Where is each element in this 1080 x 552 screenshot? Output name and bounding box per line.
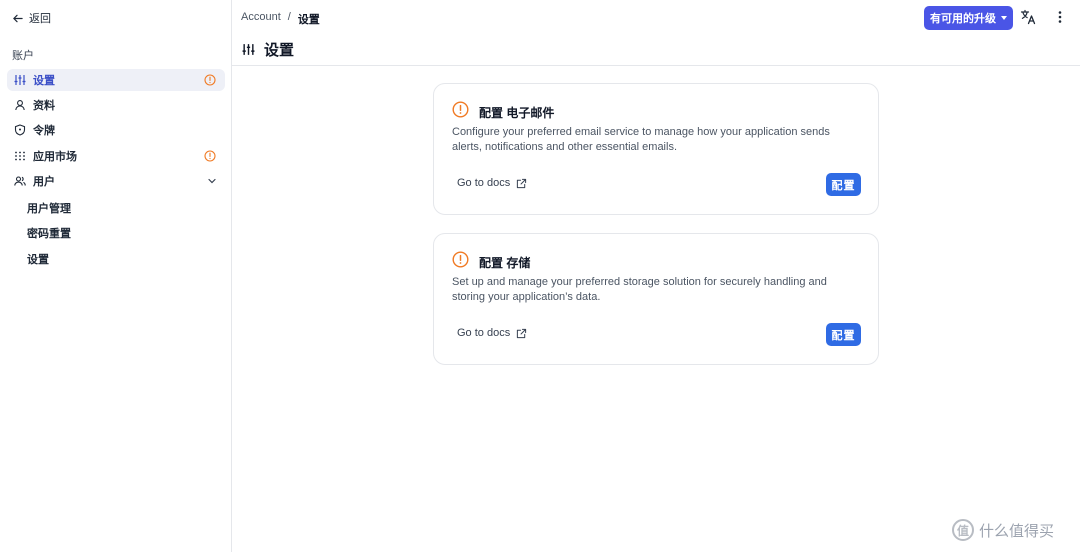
page-title: 设置 <box>242 39 294 60</box>
breadcrumb-current: 设置 <box>297 14 320 26</box>
section-label: 账户 <box>12 50 34 62</box>
page-title-text: 设置 <box>264 42 295 59</box>
more-vertical-icon[interactable] <box>1054 9 1066 25</box>
caret-down-icon <box>1001 16 1007 20</box>
sidebar-item-settings[interactable]: 设置 <box>7 69 225 91</box>
email-config-card: 配置 电子邮件 Configure your preferred email s… <box>433 83 879 215</box>
sidebar-item-tokens[interactable]: 令牌 <box>7 119 225 141</box>
chevron-down-icon <box>208 178 216 184</box>
sidebar-item-label: 用户 <box>33 176 55 188</box>
go-to-docs-link[interactable]: Go to docs <box>457 177 527 189</box>
users-icon <box>14 175 26 187</box>
go-to-docs-link[interactable]: Go to docs <box>457 327 527 339</box>
breadcrumb-separator: / <box>287 11 291 23</box>
sidebar-item-label: 资料 <box>33 100 55 112</box>
sidebar-item-profile[interactable]: 资料 <box>7 94 225 116</box>
topbar: Account / 设置 设置 有可用的升级 <box>232 0 1080 66</box>
warning-icon <box>452 251 469 268</box>
user-icon <box>14 99 26 111</box>
translate-icon[interactable] <box>1020 9 1036 25</box>
sidebar-item-marketplace[interactable]: 应用市场 <box>7 145 225 167</box>
grid-icon <box>14 150 26 162</box>
sliders-icon <box>14 74 26 86</box>
watermark-text: 什么值得买 <box>979 522 1055 540</box>
warning-icon <box>204 150 216 162</box>
external-link-icon <box>517 328 527 338</box>
sidebar-item-label: 令牌 <box>33 125 55 137</box>
configure-email-button[interactable]: 配置 <box>826 173 861 196</box>
card-title: 配置 存储 <box>479 256 531 270</box>
docs-label: Go to docs <box>457 177 511 189</box>
breadcrumb-account[interactable]: Account <box>241 11 281 27</box>
sidebar: 返回 账户 设置 资料 令牌 应用市场 用户 用户管理 密码重置 设置 <box>0 0 232 552</box>
storage-config-card: 配置 存储 Set up and manage your preferred s… <box>433 233 879 365</box>
sidebar-subitem-settings[interactable]: 设置 <box>27 251 49 267</box>
upgrade-label: 有可用的升级 <box>930 13 996 25</box>
sidebar-subitem-user-management[interactable]: 用户管理 <box>27 200 71 216</box>
sliders-icon <box>242 44 255 55</box>
sidebar-item-label: 应用市场 <box>33 151 77 163</box>
configure-storage-button[interactable]: 配置 <box>826 323 861 346</box>
sidebar-item-users[interactable]: 用户 <box>7 170 225 192</box>
card-title: 配置 电子邮件 <box>479 106 555 120</box>
card-description: Set up and manage your preferred storage… <box>452 276 827 303</box>
card-description: Configure your preferred email service t… <box>452 126 830 153</box>
external-link-icon <box>517 178 527 188</box>
back-label: 返回 <box>29 13 51 25</box>
upgrade-available-button[interactable]: 有可用的升级 <box>924 6 1013 30</box>
docs-label: Go to docs <box>457 327 511 339</box>
watermark: 值 什么值得买 <box>952 519 1054 541</box>
warning-icon <box>204 74 216 86</box>
breadcrumb: Account / 设置 <box>241 11 320 27</box>
arrow-left-icon <box>13 14 23 22</box>
sidebar-item-label: 设置 <box>33 75 55 87</box>
shield-icon <box>14 124 26 136</box>
warning-icon <box>452 101 469 118</box>
back-button[interactable]: 返回 <box>12 10 51 26</box>
sidebar-subitem-password-reset[interactable]: 密码重置 <box>27 225 71 241</box>
watermark-logo-icon: 值 <box>952 519 974 541</box>
